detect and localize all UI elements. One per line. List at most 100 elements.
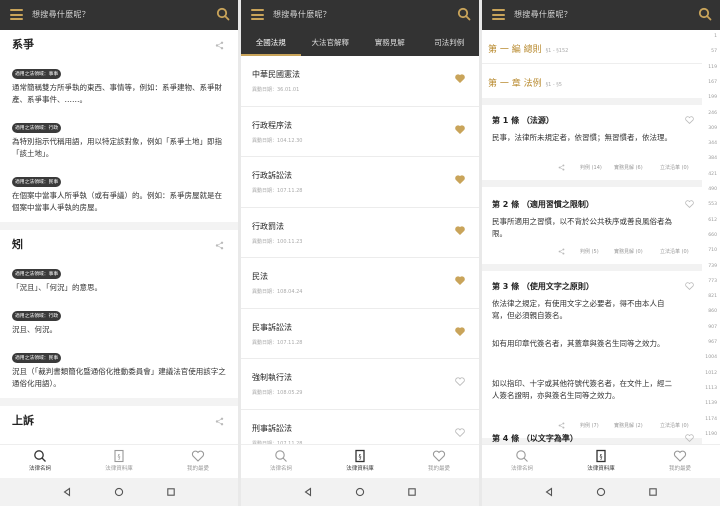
index-marker[interactable]: 821 [708,294,717,299]
share-icon[interactable] [215,417,224,426]
nav-favorites[interactable]: 我的最愛 [409,449,469,472]
index-marker[interactable]: 860 [708,309,717,314]
precedents-link[interactable]: 判例 (7) [580,422,599,429]
index-marker[interactable]: 660 [708,233,717,238]
back-icon[interactable] [62,487,72,497]
nav-law-database[interactable]: § 法律資料庫 [571,449,631,472]
index-marker[interactable]: 1 [714,34,717,39]
legislative-history-link[interactable]: 立法沿革 (0) [660,164,689,171]
menu-icon[interactable] [492,9,505,20]
article-list[interactable]: 第 一 編 總則 §1 - §152 第 一 章 法例 §1 - §5 第 1 條 （法… [482,30,720,444]
index-marker[interactable]: 309 [708,126,717,131]
nav-law-database[interactable]: § 法律資料庫 [89,449,149,472]
share-icon[interactable] [558,422,565,429]
index-marker[interactable]: 1190 [705,432,717,437]
favorite-heart-icon[interactable] [685,116,694,124]
practice-opinions-link[interactable]: 實務見解 (6) [614,164,643,171]
index-marker[interactable]: 199 [708,95,717,100]
practice-opinions-link[interactable]: 實務見解 (0) [614,248,643,255]
recents-icon[interactable] [407,487,417,497]
law-row[interactable]: 行政訴訟法 異動日期：107.11.28 [241,157,479,208]
part-heading[interactable]: 第 一 編 總則 §1 - §152 [488,42,568,55]
index-marker[interactable]: 57 [711,49,717,54]
back-icon[interactable] [303,487,313,497]
precedents-link[interactable]: 判例 (14) [580,164,602,171]
index-marker[interactable]: 421 [708,172,717,177]
index-marker[interactable]: 553 [708,202,717,207]
index-marker[interactable]: 119 [708,65,717,70]
search-icon[interactable] [457,7,471,21]
practice-opinions-link[interactable]: 實務見解 (2) [614,422,643,429]
index-marker[interactable]: 167 [708,80,717,85]
search-icon[interactable] [216,7,230,21]
back-icon[interactable] [544,487,554,497]
favorite-heart-icon[interactable] [455,225,465,235]
index-marker[interactable]: 1139 [705,401,717,406]
chapter-heading[interactable]: 第 一 章 法例 §1 - §5 [488,76,562,89]
index-marker[interactable]: 612 [708,218,717,223]
home-icon[interactable] [114,487,124,497]
search-input[interactable]: 想搜尋什麼呢？ [514,9,572,20]
favorite-heart-icon[interactable] [685,200,694,208]
recents-icon[interactable] [166,487,176,497]
index-marker[interactable]: 739 [708,264,717,269]
search-input[interactable]: 想搜尋什麼呢？ [32,9,90,20]
favorite-heart-icon[interactable] [455,74,465,83]
index-marker[interactable]: 246 [708,111,717,116]
tab-constitutional-interpretations[interactable]: 大法官解釋 [301,30,361,56]
share-icon[interactable] [215,41,224,50]
favorite-heart-icon[interactable] [685,434,694,442]
law-row[interactable]: 中華民國憲法 異動日期：36.01.01 [241,56,479,107]
index-marker[interactable]: 490 [708,187,717,192]
favorite-heart-icon[interactable] [455,276,465,285]
tab-practice-opinions[interactable]: 實務見解 [360,30,420,56]
share-icon[interactable] [215,241,224,250]
search-input[interactable]: 想搜尋什麼呢？ [273,9,331,20]
law-row[interactable]: 強制執行法 異動日期：108.05.29 [241,359,479,410]
term-list[interactable]: 系爭 適用之法領域：事事 通常簡稱雙方所爭執的東西、事情等，例如：系爭建物、系爭財產… [0,30,238,444]
recents-icon[interactable] [648,487,658,497]
index-marker[interactable]: 384 [708,156,717,161]
law-row[interactable]: 行政罰法 異動日期：100.11.23 [241,208,479,258]
legislative-history-link[interactable]: 立法沿革 (0) [660,422,689,429]
share-icon[interactable] [558,164,565,171]
index-marker[interactable]: 344 [708,141,717,146]
nav-legal-terms[interactable]: 法律名詞 [10,449,70,472]
favorite-heart-icon[interactable] [455,377,465,386]
law-row[interactable]: 刑事訴訟法 異動日期：107.11.28 [241,410,479,444]
home-icon[interactable] [596,487,606,497]
index-marker[interactable]: 1113 [705,386,717,391]
law-list[interactable]: 中華民國憲法 異動日期：36.01.01 行政程序法 異動日期：104.12.30 行政… [241,56,479,444]
index-marker[interactable]: 710 [708,248,717,253]
law-row[interactable]: 民法 異動日期：108.04.24 [241,258,479,309]
index-marker[interactable]: 1174 [705,417,717,422]
favorite-heart-icon[interactable] [685,282,694,290]
home-icon[interactable] [355,487,365,497]
tab-judicial-precedents[interactable]: 司法判例 [420,30,480,56]
index-marker[interactable]: 1012 [705,371,717,376]
legislative-history-link[interactable]: 立法沿革 (0) [660,248,689,255]
tab-national-laws[interactable]: 全國法規 [241,30,301,56]
share-icon[interactable] [558,248,565,255]
law-row[interactable]: 行政程序法 異動日期：104.12.30 [241,107,479,157]
law-row[interactable]: 民事訴訟法 異動日期：107.11.28 [241,309,479,359]
nav-legal-terms[interactable]: 法律名詞 [251,449,311,472]
favorite-heart-icon[interactable] [455,124,465,134]
nav-legal-terms[interactable]: 法律名詞 [492,449,552,472]
index-marker[interactable]: 907 [708,325,717,330]
menu-icon[interactable] [10,9,23,20]
menu-icon[interactable] [251,9,264,20]
index-marker[interactable]: 1004 [705,355,717,360]
precedents-link[interactable]: 判例 (5) [580,248,599,255]
nav-favorites[interactable]: 我的最愛 [650,449,710,472]
index-marker[interactable]: 773 [708,279,717,284]
favorite-heart-icon[interactable] [455,175,465,184]
search-icon[interactable] [698,7,712,21]
favorite-heart-icon[interactable] [455,326,465,336]
index-marker[interactable]: 967 [708,340,717,345]
article-index-bar[interactable]: 1 57 119 167 199 246 309 344 384 421 490 553 612 660 7… [702,30,720,444]
nav-favorites[interactable]: 我的最愛 [168,449,228,472]
favorite-heart-icon[interactable] [455,427,465,437]
nav-law-database[interactable]: § 法律資料庫 [330,449,390,472]
law-domain-tag: 適用之法領域：行政 [12,310,62,321]
